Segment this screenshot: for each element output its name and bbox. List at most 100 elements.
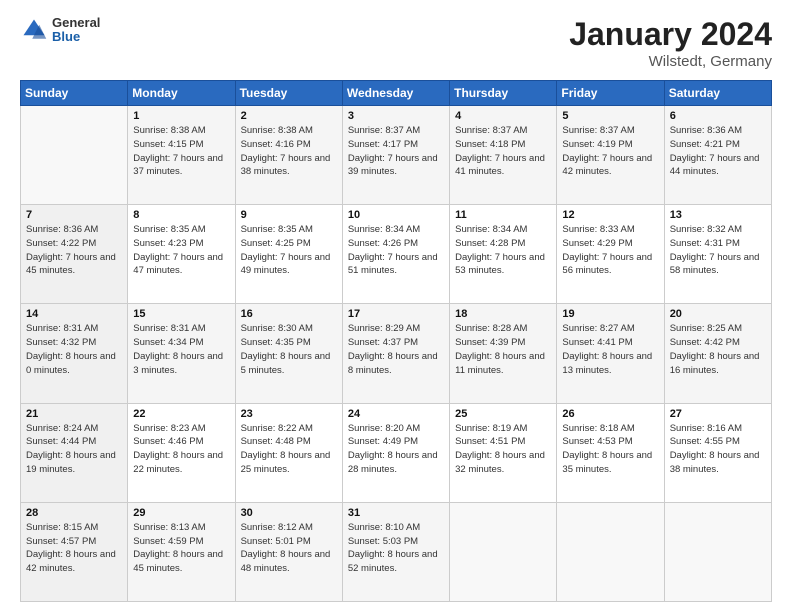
column-header-monday: Monday — [128, 81, 235, 106]
logo-text: General Blue — [52, 16, 100, 45]
logo: General Blue — [20, 16, 100, 45]
day-info: Sunrise: 8:38 AMSunset: 4:15 PMDaylight:… — [133, 124, 229, 179]
day-info: Sunrise: 8:38 AMSunset: 4:16 PMDaylight:… — [241, 124, 337, 179]
column-header-sunday: Sunday — [21, 81, 128, 106]
calendar-cell: 29 Sunrise: 8:13 AMSunset: 4:59 PMDayligh… — [128, 502, 235, 601]
calendar-cell: 17 Sunrise: 8:29 AMSunset: 4:37 PMDayligh… — [342, 304, 449, 403]
calendar-cell: 22 Sunrise: 8:23 AMSunset: 4:46 PMDayligh… — [128, 403, 235, 502]
calendar-cell: 4Sunrise: 8:37 AMSunset: 4:18 PMDaylight… — [450, 106, 557, 205]
calendar-cell: 18Sunrise: 8:28 AMSunset: 4:39 PMDayligh… — [450, 304, 557, 403]
day-info: Sunrise: 8:29 AMSunset: 4:37 PMDaylight:… — [348, 322, 444, 377]
calendar-subtitle: Wilstedt, Germany — [569, 53, 772, 70]
day-info: Sunrise: 8:35 AMSunset: 4:23 PMDaylight:… — [133, 223, 229, 278]
week-row-2: 14 Sunrise: 8:31 AMSunset: 4:32 PMDayligh… — [21, 304, 772, 403]
day-info: Sunrise: 8:28 AMSunset: 4:39 PMDaylight:… — [455, 322, 551, 377]
day-number: 1 — [133, 110, 229, 122]
day-number: 8 — [133, 209, 229, 221]
logo-blue: Blue — [52, 30, 100, 44]
day-info: Sunrise: 8:36 AMSunset: 4:21 PMDaylight:… — [670, 124, 766, 179]
calendar-cell — [664, 502, 771, 601]
day-number: 29 — [133, 507, 229, 519]
day-number: 2 — [241, 110, 337, 122]
day-number: 4 — [455, 110, 551, 122]
page: General Blue January 2024 Wilstedt, Germ… — [0, 0, 792, 612]
logo-general: General — [52, 16, 100, 30]
calendar-cell — [557, 502, 664, 601]
calendar-cell: 10Sunrise: 8:34 AMSunset: 4:26 PMDayligh… — [342, 205, 449, 304]
day-info: Sunrise: 8:31 AMSunset: 4:32 PMDaylight:… — [26, 322, 122, 377]
column-header-tuesday: Tuesday — [235, 81, 342, 106]
week-row-0: 1 Sunrise: 8:38 AMSunset: 4:15 PMDaylight… — [21, 106, 772, 205]
day-info: Sunrise: 8:27 AMSunset: 4:41 PMDaylight:… — [562, 322, 658, 377]
calendar-cell: 6 Sunrise: 8:36 AMSunset: 4:21 PMDaylight… — [664, 106, 771, 205]
day-number: 22 — [133, 408, 229, 420]
day-number: 11 — [455, 209, 551, 221]
calendar-table: SundayMondayTuesdayWednesdayThursdayFrid… — [20, 80, 772, 602]
calendar-cell: 12 Sunrise: 8:33 AMSunset: 4:29 PMDayligh… — [557, 205, 664, 304]
calendar-cell: 3Sunrise: 8:37 AMSunset: 4:17 PMDaylight… — [342, 106, 449, 205]
day-info: Sunrise: 8:19 AMSunset: 4:51 PMDaylight:… — [455, 422, 551, 477]
calendar-cell: 20 Sunrise: 8:25 AMSunset: 4:42 PMDayligh… — [664, 304, 771, 403]
day-number: 7 — [26, 209, 122, 221]
day-info: Sunrise: 8:12 AMSunset: 5:01 PMDaylight:… — [241, 521, 337, 576]
column-header-wednesday: Wednesday — [342, 81, 449, 106]
day-info: Sunrise: 8:23 AMSunset: 4:46 PMDaylight:… — [133, 422, 229, 477]
title-block: January 2024 Wilstedt, Germany — [569, 16, 772, 70]
calendar-cell: 11 Sunrise: 8:34 AMSunset: 4:28 PMDayligh… — [450, 205, 557, 304]
day-info: Sunrise: 8:25 AMSunset: 4:42 PMDaylight:… — [670, 322, 766, 377]
day-number: 10 — [348, 209, 444, 221]
column-header-friday: Friday — [557, 81, 664, 106]
day-number: 12 — [562, 209, 658, 221]
day-info: Sunrise: 8:24 AMSunset: 4:44 PMDaylight:… — [26, 422, 122, 477]
day-info: Sunrise: 8:30 AMSunset: 4:35 PMDaylight:… — [241, 322, 337, 377]
day-number: 24 — [348, 408, 444, 420]
day-info: Sunrise: 8:32 AMSunset: 4:31 PMDaylight:… — [670, 223, 766, 278]
calendar-cell: 31 Sunrise: 8:10 AMSunset: 5:03 PMDayligh… — [342, 502, 449, 601]
calendar-cell: 2 Sunrise: 8:38 AMSunset: 4:16 PMDaylight… — [235, 106, 342, 205]
calendar-cell: 16 Sunrise: 8:30 AMSunset: 4:35 PMDayligh… — [235, 304, 342, 403]
column-header-saturday: Saturday — [664, 81, 771, 106]
day-info: Sunrise: 8:16 AMSunset: 4:55 PMDaylight:… — [670, 422, 766, 477]
day-info: Sunrise: 8:33 AMSunset: 4:29 PMDaylight:… — [562, 223, 658, 278]
calendar-cell — [450, 502, 557, 601]
day-number: 30 — [241, 507, 337, 519]
day-number: 28 — [26, 507, 122, 519]
calendar-cell: 21 Sunrise: 8:24 AMSunset: 4:44 PMDayligh… — [21, 403, 128, 502]
day-number: 31 — [348, 507, 444, 519]
day-number: 16 — [241, 308, 337, 320]
day-number: 6 — [670, 110, 766, 122]
calendar-cell: 24 Sunrise: 8:20 AMSunset: 4:49 PMDayligh… — [342, 403, 449, 502]
calendar-cell: 19Sunrise: 8:27 AMSunset: 4:41 PMDayligh… — [557, 304, 664, 403]
day-number: 5 — [562, 110, 658, 122]
day-info: Sunrise: 8:13 AMSunset: 4:59 PMDaylight:… — [133, 521, 229, 576]
calendar-cell: 15Sunrise: 8:31 AMSunset: 4:34 PMDayligh… — [128, 304, 235, 403]
day-number: 25 — [455, 408, 551, 420]
day-info: Sunrise: 8:34 AMSunset: 4:28 PMDaylight:… — [455, 223, 551, 278]
calendar-cell: 13Sunrise: 8:32 AMSunset: 4:31 PMDayligh… — [664, 205, 771, 304]
day-info: Sunrise: 8:35 AMSunset: 4:25 PMDaylight:… — [241, 223, 337, 278]
calendar-cell: 8 Sunrise: 8:35 AMSunset: 4:23 PMDaylight… — [128, 205, 235, 304]
day-info: Sunrise: 8:18 AMSunset: 4:53 PMDaylight:… — [562, 422, 658, 477]
week-row-1: 7 Sunrise: 8:36 AMSunset: 4:22 PMDaylight… — [21, 205, 772, 304]
day-number: 14 — [26, 308, 122, 320]
day-number: 17 — [348, 308, 444, 320]
week-row-3: 21 Sunrise: 8:24 AMSunset: 4:44 PMDayligh… — [21, 403, 772, 502]
day-number: 21 — [26, 408, 122, 420]
calendar-cell: 26 Sunrise: 8:18 AMSunset: 4:53 PMDayligh… — [557, 403, 664, 502]
calendar-title: January 2024 — [569, 16, 772, 53]
logo-icon — [20, 16, 48, 44]
calendar-cell: 28 Sunrise: 8:15 AMSunset: 4:57 PMDayligh… — [21, 502, 128, 601]
calendar-cell: 9Sunrise: 8:35 AMSunset: 4:25 PMDaylight… — [235, 205, 342, 304]
day-info: Sunrise: 8:20 AMSunset: 4:49 PMDaylight:… — [348, 422, 444, 477]
calendar-cell: 14 Sunrise: 8:31 AMSunset: 4:32 PMDayligh… — [21, 304, 128, 403]
day-number: 20 — [670, 308, 766, 320]
day-number: 3 — [348, 110, 444, 122]
day-number: 26 — [562, 408, 658, 420]
day-info: Sunrise: 8:36 AMSunset: 4:22 PMDaylight:… — [26, 223, 122, 278]
calendar-cell: 7 Sunrise: 8:36 AMSunset: 4:22 PMDaylight… — [21, 205, 128, 304]
calendar-cell: 5 Sunrise: 8:37 AMSunset: 4:19 PMDaylight… — [557, 106, 664, 205]
day-info: Sunrise: 8:15 AMSunset: 4:57 PMDaylight:… — [26, 521, 122, 576]
day-info: Sunrise: 8:37 AMSunset: 4:19 PMDaylight:… — [562, 124, 658, 179]
day-info: Sunrise: 8:10 AMSunset: 5:03 PMDaylight:… — [348, 521, 444, 576]
day-info: Sunrise: 8:31 AMSunset: 4:34 PMDaylight:… — [133, 322, 229, 377]
